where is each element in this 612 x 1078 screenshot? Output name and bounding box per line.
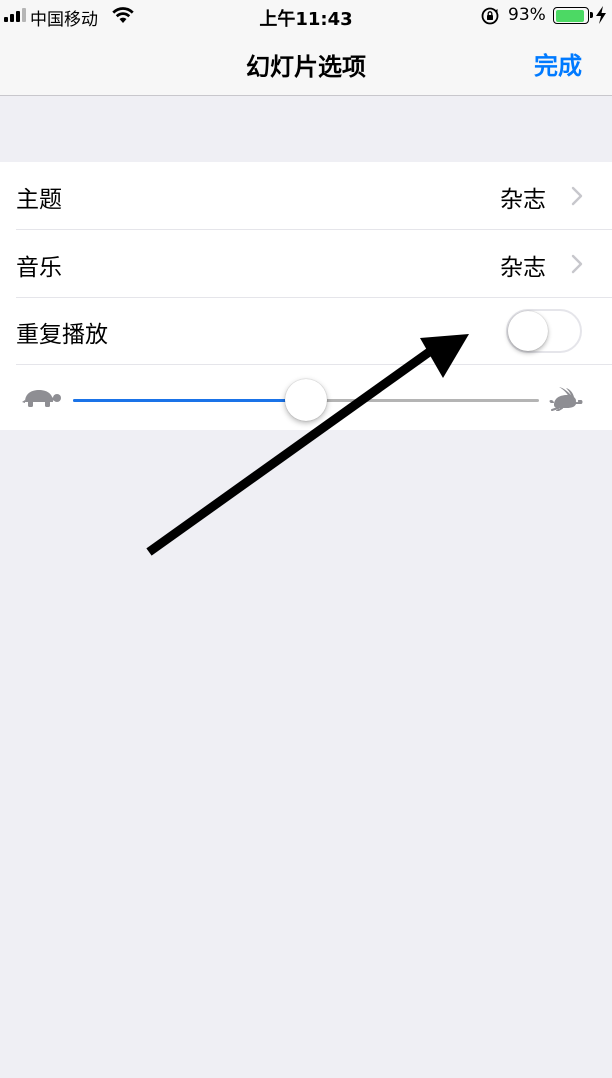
chevron-right-icon [571, 186, 583, 206]
row-label: 主题 [16, 187, 62, 213]
toggle-knob [508, 311, 548, 351]
top-bar: 中国移动 上午11:43 93% 幻灯片选项 完成 [0, 0, 612, 96]
status-bar: 中国移动 上午11:43 93% [0, 0, 612, 32]
row-music[interactable]: 音乐 杂志 [0, 230, 612, 297]
speed-slider-row [0, 365, 612, 430]
row-repeat: 重复播放 [0, 297, 612, 364]
turtle-icon [22, 390, 61, 407]
chevron-right-icon [571, 254, 583, 274]
battery-percent: 93% [508, 5, 546, 25]
charging-icon [596, 6, 606, 24]
row-label: 重复播放 [16, 322, 108, 348]
done-button[interactable]: 完成 [534, 46, 582, 81]
navigation-bar: 幻灯片选项 完成 [0, 32, 612, 96]
row-theme[interactable]: 主题 杂志 [0, 162, 612, 229]
battery-icon [553, 7, 593, 24]
speed-slider-fill [73, 399, 306, 402]
orientation-lock-icon [481, 7, 499, 25]
row-label: 音乐 [16, 255, 62, 281]
row-value: 杂志 [500, 187, 546, 213]
slideshow-options-list: 主题 杂志 音乐 杂志 重复播放 [0, 162, 612, 430]
repeat-toggle[interactable] [506, 309, 582, 353]
page-title: 幻灯片选项 [246, 53, 366, 81]
row-value: 杂志 [500, 255, 546, 281]
speed-slider-thumb[interactable] [285, 379, 327, 421]
rabbit-icon [549, 387, 583, 411]
